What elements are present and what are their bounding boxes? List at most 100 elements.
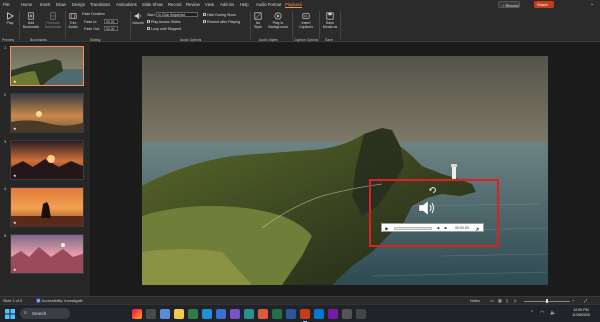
tab-slide-show[interactable]: Slide Show xyxy=(142,1,163,8)
media-back-button[interactable]: ◀ xyxy=(435,225,441,232)
media-progress-track[interactable] xyxy=(394,227,432,230)
group-separator xyxy=(130,11,131,39)
tray-chevron-icon[interactable]: ⌃ xyxy=(530,310,534,316)
trim-audio-button[interactable]: Trim Audio xyxy=(67,12,79,29)
media-forward-button[interactable]: ▶ xyxy=(443,225,449,232)
tab-add-ins[interactable]: Add-ins xyxy=(220,1,234,8)
group-label-audio-options: Audio Options xyxy=(180,38,202,42)
start-select[interactable]: In Click Sequence xyxy=(156,12,198,17)
rewind-label: Rewind after Playing xyxy=(207,20,240,24)
tab-audio-format[interactable]: Audio Format xyxy=(256,1,281,8)
fade-in-field[interactable]: 00.00 xyxy=(104,19,118,24)
record-button[interactable]: ● Record xyxy=(498,1,520,8)
group-separator xyxy=(19,11,20,39)
hide-during-show-checkbox[interactable]: Hide During Show xyxy=(203,13,236,17)
zoom-thumb[interactable] xyxy=(546,299,548,303)
slide-1-image xyxy=(11,47,83,85)
play-across-slides-checkbox[interactable]: Play Across Slides xyxy=(147,20,181,24)
fade-in-label: Fade In: xyxy=(84,20,98,24)
trim-icon xyxy=(69,13,77,19)
group-separator xyxy=(340,11,341,39)
office-icon[interactable] xyxy=(258,309,268,319)
teams-icon[interactable] xyxy=(230,309,240,319)
star-icon: ★ xyxy=(13,79,17,84)
group-separator xyxy=(250,11,251,39)
vscode-icon[interactable] xyxy=(244,309,254,319)
onenote-icon[interactable] xyxy=(328,309,338,319)
slide-thumbnail-1[interactable]: 1 ★ xyxy=(0,44,90,88)
insert-captions-label: Insert Captions xyxy=(298,21,314,29)
star-icon: ★ xyxy=(13,267,17,272)
wifi-icon[interactable]: ◠ xyxy=(540,310,544,316)
tab-review[interactable]: Review xyxy=(186,1,200,8)
tab-view[interactable]: View xyxy=(205,1,214,8)
slide-3-image xyxy=(11,141,83,179)
remove-bookmark-button[interactable]: Remove Bookmark xyxy=(42,12,64,29)
save-media-button[interactable]: Save Media as xyxy=(321,12,339,29)
slide-preview: ★ xyxy=(10,93,84,133)
edge-icon[interactable] xyxy=(202,309,212,319)
tab-insert[interactable]: Insert xyxy=(40,1,50,8)
slide-preview: ★ xyxy=(10,46,84,86)
widgets-icon[interactable] xyxy=(132,309,142,319)
volume-tray-icon[interactable]: 🔈 xyxy=(550,310,556,316)
record-label: Record xyxy=(505,3,519,8)
fade-out-label: Fade Out: xyxy=(84,27,100,31)
add-bookmark-button[interactable]: Add Bookmark xyxy=(21,12,41,29)
group-label-audio-styles: Audio Styles xyxy=(259,38,278,42)
volume-button[interactable]: Volume xyxy=(132,12,144,25)
no-style-button[interactable]: No Style xyxy=(252,12,264,29)
slide-thumbnail-3[interactable]: 3 ★ xyxy=(0,138,90,182)
file-explorer-icon[interactable] xyxy=(174,309,184,319)
bookmark-add-icon xyxy=(28,12,34,20)
taskbar-clock[interactable]: 12:00 PM 11/26/2020 xyxy=(566,308,596,318)
tab-record[interactable]: Record xyxy=(168,1,182,8)
slide-thumbnail-4[interactable]: 4 ★ xyxy=(0,185,90,229)
tab-animations[interactable]: Animations xyxy=(116,1,137,8)
play-in-background-button[interactable]: Play in Background xyxy=(266,12,290,29)
fade-out-field[interactable]: 00.00 xyxy=(104,26,118,31)
chat-icon[interactable] xyxy=(160,309,170,319)
group-separator xyxy=(319,11,320,39)
fade-duration-label: Fade Duration xyxy=(82,12,105,16)
star-icon: ★ xyxy=(13,173,17,178)
word-icon[interactable] xyxy=(286,309,296,319)
play-button[interactable]: Play xyxy=(3,12,17,25)
search-placeholder: Search xyxy=(32,311,47,316)
insert-captions-button[interactable]: CC Insert Captions xyxy=(294,12,318,29)
xbox-icon[interactable] xyxy=(188,309,198,319)
windows-start-icon[interactable] xyxy=(5,309,15,319)
media-volume-button[interactable]: 🔈 xyxy=(474,225,482,232)
status-bar: Slide 1 of 5 ♿ Accessibility: Investigat… xyxy=(0,296,600,304)
share-button[interactable]: Share xyxy=(534,1,554,8)
taskbar-search-input[interactable]: ⌕ Search xyxy=(20,308,70,319)
media-play-button[interactable]: ▶ xyxy=(383,225,391,232)
slide-preview: ★ xyxy=(10,234,84,274)
media-time-display: 00:00.00 xyxy=(455,226,469,230)
store-icon[interactable] xyxy=(216,309,226,319)
slide-thumbnail-panel: 1 ★ 2 ★ 3 ★ 4 ★ 5 ★ xyxy=(0,43,90,296)
slide-thumbnail-5[interactable]: 5 ★ xyxy=(0,232,90,276)
tab-transitions[interactable]: Transitions xyxy=(90,1,110,8)
tab-file[interactable]: File xyxy=(3,1,10,8)
tab-playback[interactable]: Playback xyxy=(285,1,302,8)
excel-icon[interactable] xyxy=(272,309,282,319)
tab-design[interactable]: Design xyxy=(72,1,85,8)
tab-help[interactable]: Help xyxy=(240,1,249,8)
tab-home[interactable]: Home xyxy=(21,1,32,8)
outlook-icon[interactable] xyxy=(314,309,324,319)
chevron-down-icon[interactable]: ⌄ xyxy=(590,1,594,7)
rewind-checkbox[interactable]: Rewind after Playing xyxy=(203,20,240,24)
tab-draw[interactable]: Draw xyxy=(56,1,66,8)
volume-label: Volume xyxy=(132,21,144,25)
clock-date: 11/26/2020 xyxy=(572,313,590,317)
settings-icon[interactable] xyxy=(342,309,352,319)
powerpoint-icon[interactable] xyxy=(300,309,310,322)
share-label: Share xyxy=(537,2,548,7)
loop-checkbox[interactable]: Loop until Stopped xyxy=(147,27,181,31)
task-view-icon[interactable] xyxy=(146,309,156,319)
slide-thumbnail-2[interactable]: 2 ★ xyxy=(0,91,90,135)
trim-audio-label: Trim Audio xyxy=(68,21,78,29)
current-slide[interactable] xyxy=(142,56,548,285)
terminal-icon[interactable] xyxy=(356,309,366,319)
